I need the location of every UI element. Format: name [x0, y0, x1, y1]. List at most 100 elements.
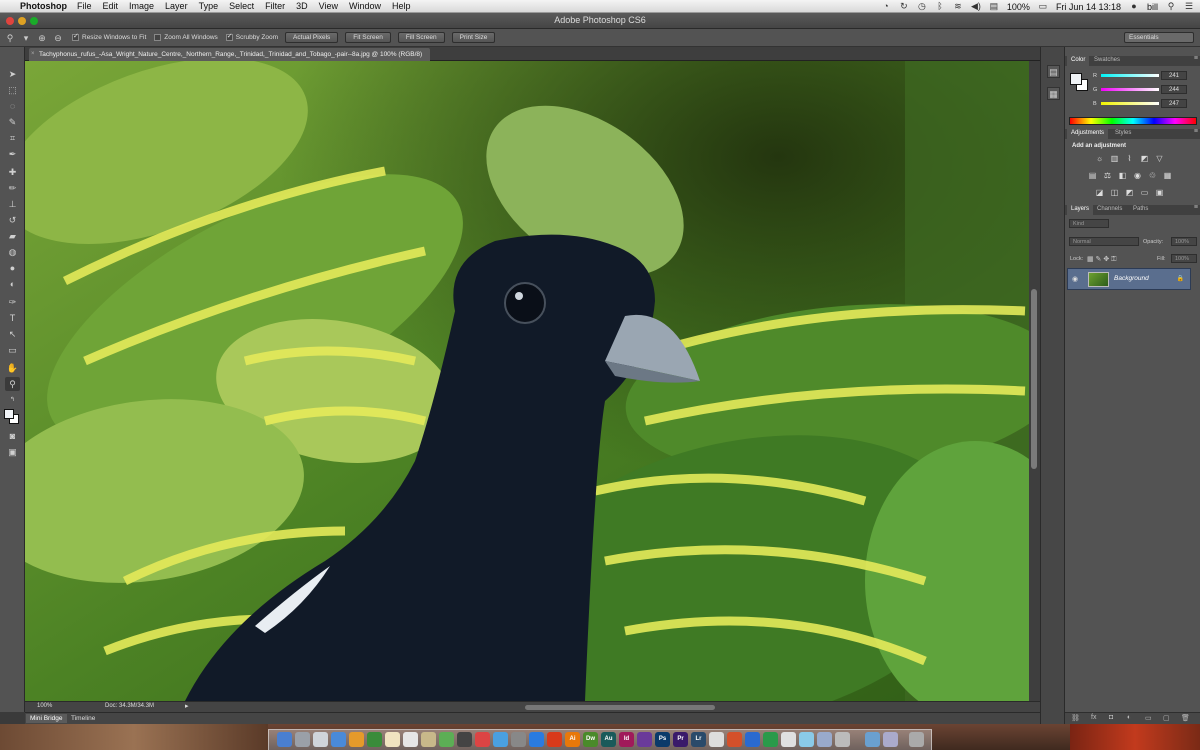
system-preferences-icon[interactable] — [511, 732, 526, 747]
history-brush-tool-icon[interactable]: ↺ — [5, 213, 20, 227]
documents-folder-icon[interactable] — [883, 732, 898, 747]
new-group-icon[interactable]: ▭ — [1145, 714, 1152, 722]
blur-tool-icon[interactable]: ● — [5, 261, 20, 275]
menu-layer[interactable]: Layer — [165, 1, 188, 11]
posterize-icon[interactable]: ◫ — [1110, 188, 1119, 197]
tab-color[interactable]: Color — [1067, 56, 1090, 66]
close-document-icon[interactable]: × — [31, 48, 35, 61]
green-value[interactable]: 244 — [1161, 85, 1187, 94]
pen-tool-icon[interactable]: ✑ — [5, 295, 20, 309]
filezilla-icon[interactable] — [547, 732, 562, 747]
network-icon[interactable] — [799, 732, 814, 747]
blue-value[interactable]: 247 — [1161, 99, 1187, 108]
vertical-scrollbar[interactable] — [1029, 61, 1040, 701]
downloads-folder-icon[interactable] — [865, 732, 880, 747]
checkbox-box[interactable] — [225, 32, 233, 41]
menu-help[interactable]: Help — [392, 1, 411, 11]
menu-image[interactable]: Image — [129, 1, 154, 11]
panel-menu-icon[interactable]: ≡ — [1194, 204, 1198, 211]
layer-row-background[interactable]: ◉ Background 🔒 — [1067, 268, 1191, 290]
itunes-icon[interactable] — [475, 732, 490, 747]
fill-value[interactable]: 100% — [1171, 254, 1197, 263]
layer-style-icon[interactable]: fx — [1091, 714, 1096, 721]
lock-icons[interactable]: ▦ ✎ ✥ ⚿ — [1087, 255, 1117, 264]
mail-icon[interactable] — [313, 732, 328, 747]
link-layers-icon[interactable]: ⛓ — [1071, 714, 1080, 722]
invert-icon[interactable]: ◪ — [1095, 188, 1104, 197]
type-tool-icon[interactable]: T — [5, 311, 20, 325]
spotlight-icon[interactable]: ⚲ — [1166, 2, 1176, 11]
tab-channels[interactable]: Channels — [1093, 205, 1126, 215]
brightness-contrast-icon[interactable]: ☼ — [1095, 154, 1104, 163]
tab-paths[interactable]: Paths — [1129, 205, 1152, 215]
skype-icon[interactable] — [529, 732, 544, 747]
sync-icon[interactable]: ↻ — [899, 2, 909, 11]
history-panel-icon[interactable]: ▤ — [1047, 65, 1060, 78]
menu-type[interactable]: Type — [199, 1, 219, 11]
exposure-icon[interactable]: ◩ — [1140, 154, 1149, 163]
textedit-icon[interactable] — [781, 732, 796, 747]
tab-styles[interactable]: Styles — [1111, 129, 1135, 139]
dock-app-id[interactable]: Id — [619, 732, 634, 747]
wifi-icon[interactable]: ≋ — [953, 2, 963, 11]
add-mask-icon[interactable]: ◘ — [1109, 714, 1113, 721]
layer-filter-kind[interactable]: Kind — [1069, 219, 1109, 228]
tool-preset-dropdown-icon[interactable]: ▾ — [20, 32, 32, 44]
checkbox-box[interactable] — [154, 34, 162, 41]
opacity-value[interactable]: 100% — [1171, 237, 1197, 246]
paint-bucket-tool-icon[interactable]: ◍ — [5, 245, 20, 259]
menu-select[interactable]: Select — [229, 1, 254, 11]
green-slider[interactable] — [1101, 88, 1159, 91]
zoom-all-windows-checkbox[interactable]: Zoom All Windows — [154, 34, 218, 41]
dodge-tool-icon[interactable]: ◐ — [5, 277, 20, 291]
layer-name[interactable]: Background — [1114, 275, 1149, 282]
delete-layer-icon[interactable]: 🗑 — [1181, 714, 1190, 722]
menu-view[interactable]: View — [319, 1, 338, 11]
volume-icon[interactable]: ◀) — [971, 2, 981, 11]
threshold-icon[interactable]: ◩ — [1125, 188, 1134, 197]
safari-icon[interactable] — [331, 732, 346, 747]
launchpad-icon[interactable] — [295, 732, 310, 747]
move-tool-icon[interactable]: ➤ — [5, 67, 20, 81]
black-white-icon[interactable]: ◧ — [1118, 171, 1127, 180]
dock-app-au[interactable]: Au — [601, 732, 616, 747]
time-machine-icon[interactable]: ◔ — [881, 2, 891, 11]
quick-mask-icon[interactable]: ◙ — [5, 429, 20, 443]
dock-app-dw[interactable]: Dw — [583, 732, 598, 747]
levels-icon[interactable]: ▥ — [1110, 154, 1119, 163]
clock-icon[interactable]: ◷ — [917, 2, 927, 11]
tab-mini-bridge[interactable]: Mini Bridge — [26, 714, 67, 723]
workspace-select[interactable]: Essentials — [1124, 32, 1194, 43]
finder-icon[interactable] — [277, 732, 292, 747]
horizontal-scroll-thumb[interactable] — [525, 705, 715, 710]
dock-app-pr[interactable]: Pr — [673, 732, 688, 747]
shape-tool-icon[interactable]: ▭ — [5, 343, 20, 357]
trash-icon[interactable] — [909, 732, 924, 747]
panel-menu-icon[interactable]: ≡ — [1194, 55, 1198, 62]
fit-screen-button[interactable]: Fit Screen — [345, 32, 391, 43]
blend-mode-select[interactable]: Normal — [1069, 237, 1139, 246]
menu-app-name[interactable]: Photoshop — [20, 1, 67, 11]
menu-3d[interactable]: 3D — [296, 1, 308, 11]
zoom-level[interactable]: 100% — [37, 703, 52, 709]
menubar-datetime[interactable]: Fri Jun 14 13:18 — [1056, 2, 1121, 12]
path-select-tool-icon[interactable]: ↖ — [5, 327, 20, 341]
preview-icon[interactable] — [709, 732, 724, 747]
scrubby-zoom-checkbox[interactable]: Scrubby Zoom — [225, 32, 278, 41]
tab-layers[interactable]: Layers — [1067, 205, 1094, 215]
lasso-tool-icon[interactable]: ◌ — [5, 99, 20, 113]
menu-file[interactable]: File — [77, 1, 92, 11]
zoom-tool-icon[interactable]: ⚲ — [4, 32, 16, 44]
scroll-thumb[interactable] — [1031, 289, 1037, 469]
dock-app-ps[interactable]: Ps — [655, 732, 670, 747]
color-spectrum-bar[interactable] — [1069, 117, 1197, 125]
foreground-color-swatch[interactable] — [4, 409, 14, 419]
excel-icon[interactable] — [763, 732, 778, 747]
curves-icon[interactable]: ⌇ — [1125, 154, 1134, 163]
red-slider[interactable] — [1101, 74, 1159, 77]
gradient-map-icon[interactable]: ▭ — [1140, 188, 1149, 197]
zoom-out-icon[interactable]: ⊖ — [52, 32, 64, 44]
actual-pixels-button[interactable]: Actual Pixels — [285, 32, 339, 43]
channel-mixer-icon[interactable]: ♲ — [1148, 171, 1157, 180]
vibrance-icon[interactable]: ▽ — [1155, 154, 1164, 163]
